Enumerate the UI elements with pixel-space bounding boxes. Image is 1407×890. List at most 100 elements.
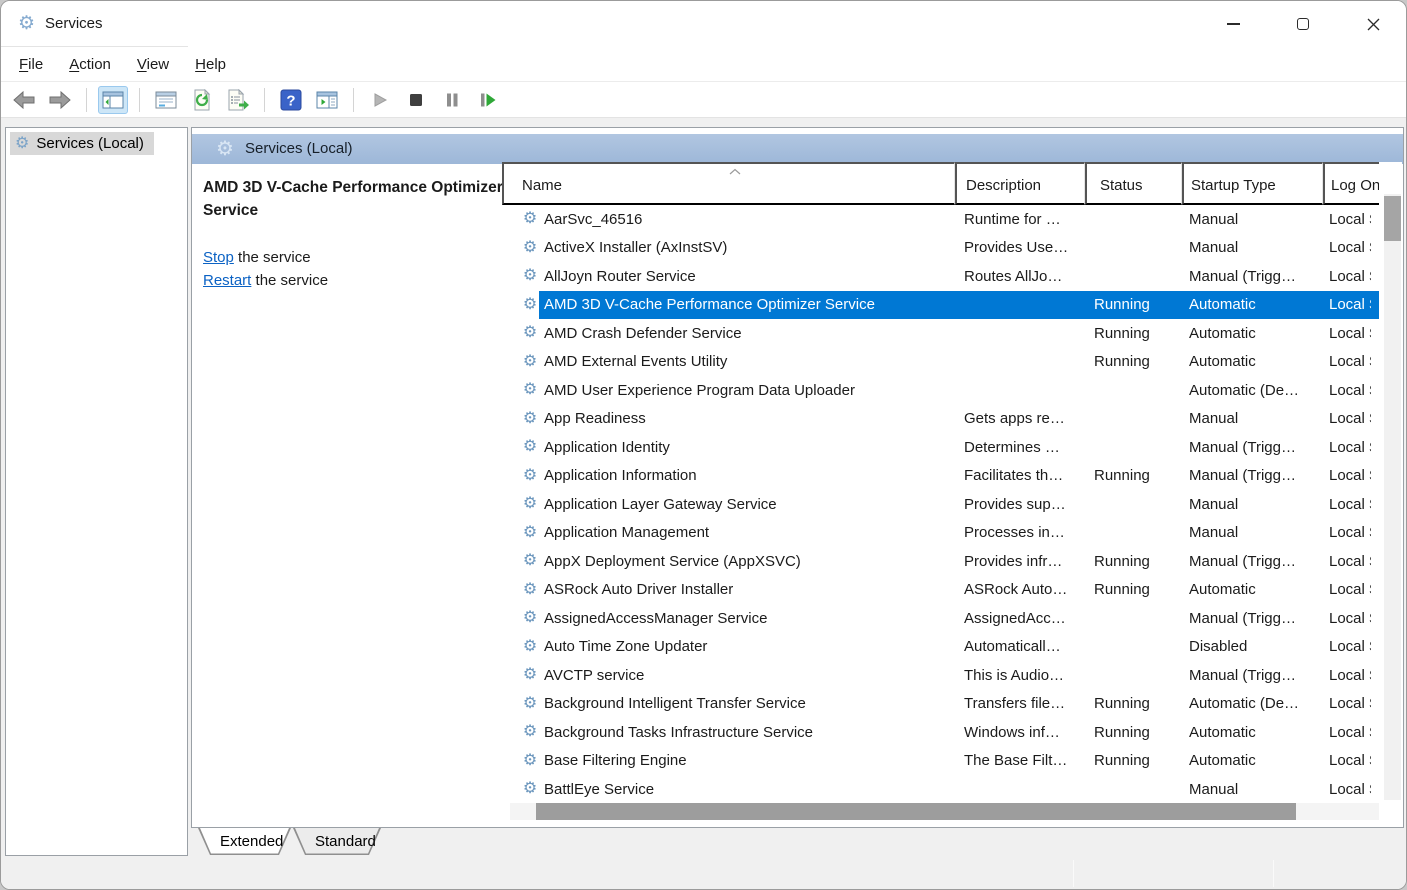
stop-icon [407,91,425,109]
restart-service-button[interactable] [473,86,503,114]
service-row[interactable]: ⚙AMD Crash Defender ServiceRunningAutoma… [510,319,1379,348]
stop-link[interactable]: Stop [203,249,234,266]
service-log-on-as: Local System [1323,439,1371,456]
service-log-on-as: Local System [1323,581,1371,598]
horizontal-scrollbar[interactable] [510,803,1379,820]
tab-standard[interactable]: Standard [293,828,381,855]
service-status: Running [1085,581,1182,598]
back-button[interactable] [9,86,39,114]
stop-service-button[interactable] [401,86,431,114]
service-startup-type: Manual (Trigg… [1182,467,1323,484]
column-header-description[interactable]: Description [955,162,1085,205]
service-status: Running [1085,553,1182,570]
export-list-button[interactable] [223,86,253,114]
column-header-name[interactable]: Name [502,162,955,205]
service-row[interactable]: ⚙Application ManagementProcesses in…Manu… [510,519,1379,548]
service-log-on-as: Local System [1323,524,1371,541]
service-row[interactable]: ⚙AarSvc_46516Runtime for …ManualLocal Sy… [510,205,1379,234]
toolbar-separator [86,88,87,112]
menu-file[interactable]: File [10,52,52,77]
service-name: AarSvc_46516 [544,211,642,228]
service-row[interactable]: ⚙Base Filtering EngineThe Base Filt…Runn… [510,747,1379,776]
service-startup-type: Automatic [1182,353,1323,370]
pause-icon [443,91,461,109]
column-header-log-on-as[interactable]: Log On As [1323,162,1379,205]
services-pane: ⚙ Services (Local) AMD 3D V-Cache Perfor… [191,127,1404,828]
toolbar: ? [1,82,1406,118]
vertical-scrollbar-thumb[interactable] [1384,196,1401,241]
service-status: Running [1085,695,1182,712]
console-tree-icon [102,91,124,109]
horizontal-scrollbar-thumb[interactable] [536,803,1296,820]
service-startup-type: Manual [1182,496,1323,513]
show-action-pane-button[interactable] [312,86,342,114]
service-startup-type: Manual (Trigg… [1182,268,1323,285]
tree-item-services-local[interactable]: ⚙ Services (Local) [10,132,154,155]
service-startup-type: Manual [1182,211,1323,228]
menu-view[interactable]: View [128,52,178,77]
service-log-on-as: Local System [1323,638,1371,655]
maximize-button[interactable] [1280,1,1326,47]
view-tabstrip: Extended Standard [191,828,1404,856]
restart-service-action: Restart the service [203,272,328,289]
service-row[interactable]: ⚙Application Layer Gateway ServiceProvid… [510,490,1379,519]
service-startup-type: Manual [1182,524,1323,541]
properties-icon [155,91,177,109]
service-row[interactable]: ⚙App ReadinessGets apps re…ManualLocal S… [510,405,1379,434]
service-name: BattlEye Service [544,781,654,798]
service-description: ASRock Auto… [955,581,1085,598]
service-log-on-as: Local System [1323,667,1371,684]
service-status: Running [1085,724,1182,741]
column-header-startup-type[interactable]: Startup Type [1182,162,1323,205]
column-header-status[interactable]: Status [1085,162,1182,205]
service-description: Runtime for … [955,211,1085,228]
service-name: AVCTP service [544,667,644,684]
refresh-button[interactable] [187,86,217,114]
properties-button[interactable] [151,86,181,114]
service-row[interactable]: ⚙AllJoyn Router ServiceRoutes AllJo…Manu… [510,262,1379,291]
service-log-on-as: Local System [1323,467,1371,484]
stop-service-action: Stop the service [203,249,311,266]
minimize-icon [1227,23,1240,25]
service-gear-icon: ⚙ [521,268,539,284]
selected-service-title: AMD 3D V-Cache Performance Optimizer Ser… [203,176,503,222]
service-row[interactable]: ⚙AVCTP serviceThis is Audio…Manual (Trig… [510,661,1379,690]
service-row[interactable]: ⚙ASRock Auto Driver InstallerASRock Auto… [510,576,1379,605]
service-startup-type: Automatic [1182,296,1323,313]
svg-text:?: ? [286,92,295,109]
menu-help[interactable]: Help [186,52,235,77]
service-log-on-as: Local System [1323,410,1371,427]
tab-extended[interactable]: Extended [198,828,291,855]
service-row[interactable]: ⚙Background Tasks Infrastructure Service… [510,718,1379,747]
service-row[interactable]: ⚙Auto Time Zone UpdaterAutomaticall…Disa… [510,633,1379,662]
service-status: Running [1085,752,1182,769]
restart-link[interactable]: Restart [203,272,251,289]
service-row[interactable]: ⚙AMD External Events UtilityRunningAutom… [510,348,1379,377]
service-status: Running [1085,353,1182,370]
forward-button[interactable] [45,86,75,114]
service-startup-type: Manual (Trigg… [1182,439,1323,456]
close-button[interactable] [1350,1,1396,47]
vertical-scrollbar[interactable] [1384,194,1401,800]
window-title: Services [45,15,103,32]
menu-action[interactable]: Action [60,52,120,77]
service-status: Running [1085,296,1182,313]
service-name: Auto Time Zone Updater [544,638,707,655]
service-row[interactable]: ⚙BattlEye ServiceManualLocal System [510,775,1379,804]
service-row[interactable]: ⚙Application IdentityDetermines …Manual … [510,433,1379,462]
service-row[interactable]: ⚙AMD User Experience Program Data Upload… [510,376,1379,405]
start-service-button[interactable] [365,86,395,114]
toolbar-separator [139,88,140,112]
service-row[interactable]: ⚙AMD 3D V-Cache Performance Optimizer Se… [510,291,1379,320]
show-console-tree-button[interactable] [98,86,128,114]
pause-service-button[interactable] [437,86,467,114]
service-name: AMD 3D V-Cache Performance Optimizer Ser… [544,296,875,313]
service-row[interactable]: ⚙ActiveX Installer (AxInstSV)Provides Us… [510,234,1379,263]
service-row[interactable]: ⚙Application InformationFacilitates th…R… [510,462,1379,491]
service-row[interactable]: ⚙AssignedAccessManager ServiceAssignedAc… [510,604,1379,633]
service-row[interactable]: ⚙Background Intelligent Transfer Service… [510,690,1379,719]
minimize-button[interactable] [1210,1,1256,47]
service-name: Application Information [544,467,697,484]
service-row[interactable]: ⚙AppX Deployment Service (AppXSVC)Provid… [510,547,1379,576]
help-button[interactable]: ? [276,86,306,114]
